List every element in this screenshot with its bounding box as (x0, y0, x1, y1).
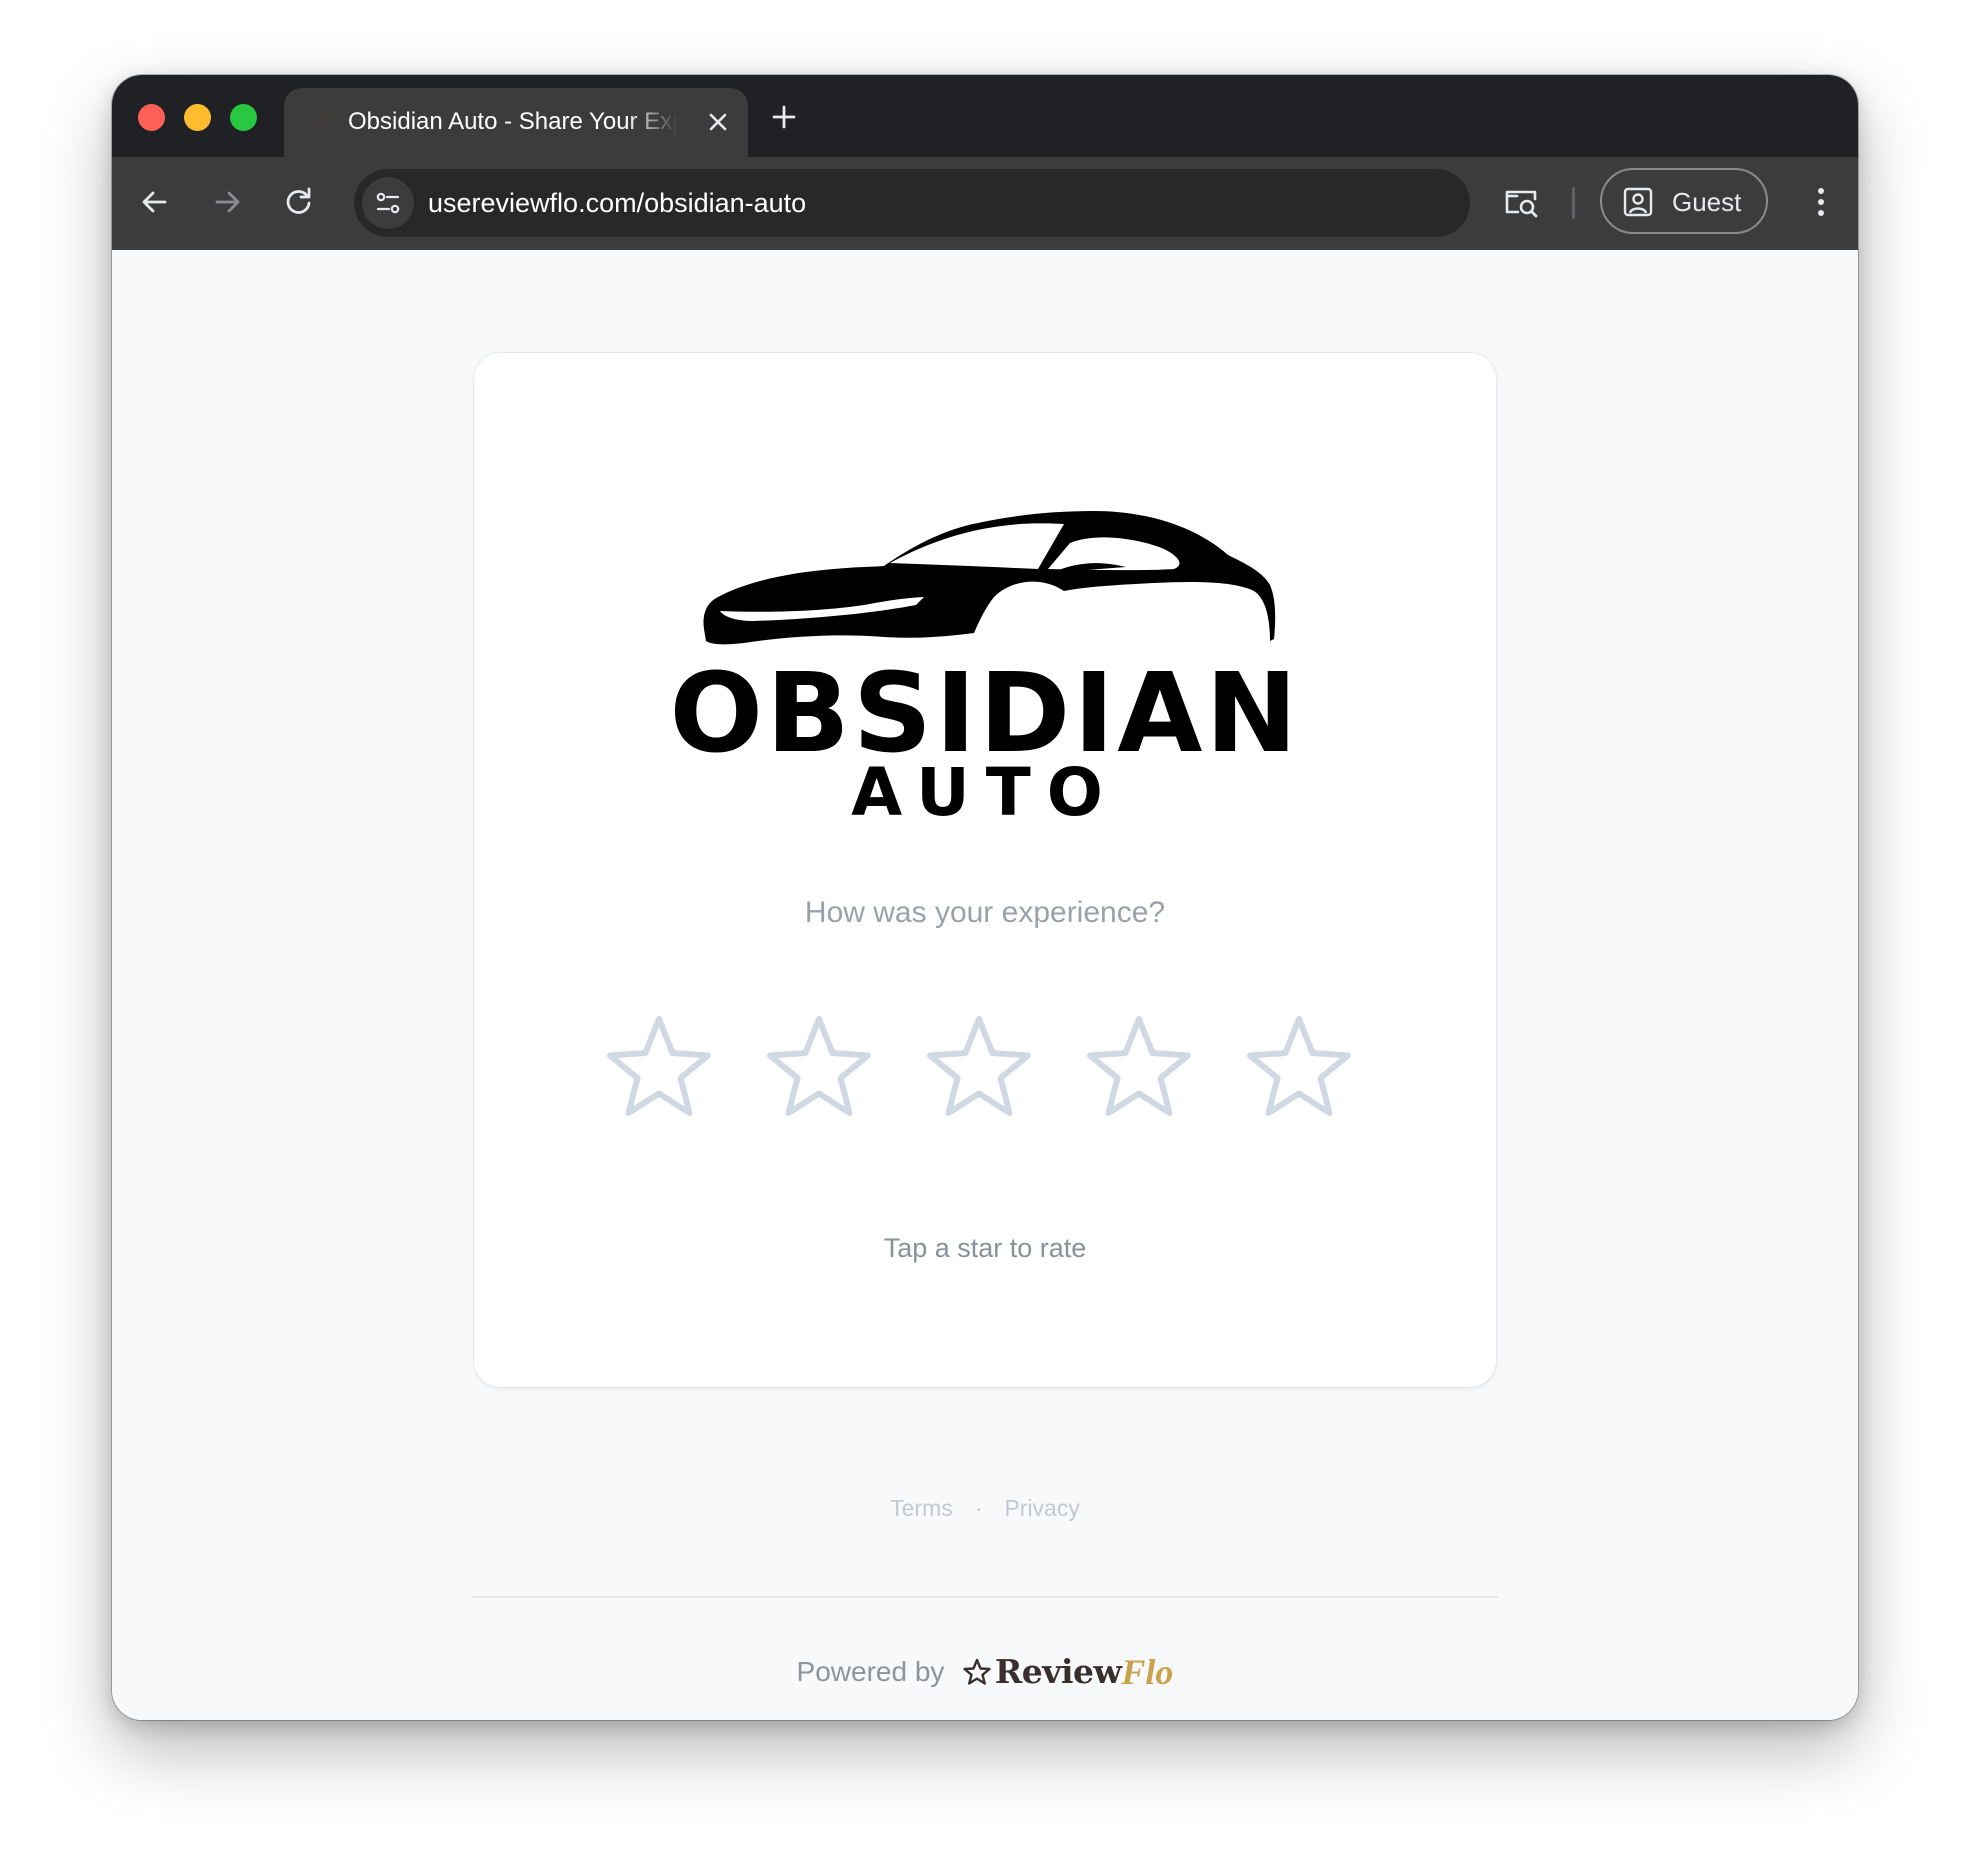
brand-flo: Flo (1121, 1652, 1174, 1692)
minimize-window-button[interactable] (184, 104, 211, 131)
title-bar: ☆ Obsidian Auto - Share Your Experience (112, 75, 1858, 170)
rating-hint: Tap a star to rate (883, 1233, 1087, 1263)
footer-links: Terms · Privacy (112, 1488, 1858, 1528)
star-2-icon[interactable] (764, 1013, 874, 1123)
back-arrow-icon[interactable] (132, 179, 178, 225)
profile-button[interactable]: Guest (1600, 168, 1768, 234)
star-rating (604, 1013, 1366, 1123)
browser-toolbar: usereviewflo.com/obsidian-auto Guest (112, 157, 1858, 250)
powered-by-label: Powered by (796, 1656, 945, 1687)
browser-window: ☆ Obsidian Auto - Share Your Experience (112, 75, 1858, 1720)
more-menu-icon[interactable] (1798, 179, 1844, 225)
forward-arrow-icon[interactable] (204, 179, 250, 225)
footer-divider (472, 1596, 1498, 1598)
reviewflo-star-icon (963, 1658, 991, 1685)
footer-separator: · (974, 1495, 983, 1521)
logo-subname: AUTO (851, 754, 1119, 823)
address-bar[interactable]: usereviewflo.com/obsidian-auto (354, 169, 1470, 237)
toolbar-divider (1572, 187, 1575, 219)
reviewflo-brand[interactable]: ReviewFlo (963, 1647, 1174, 1697)
star-3-icon[interactable] (924, 1013, 1034, 1123)
url-text[interactable]: usereviewflo.com/obsidian-auto (428, 183, 806, 223)
page-content: OBSIDIAN AUTO How was your experience? T… (112, 250, 1858, 1720)
profile-icon (1623, 187, 1653, 217)
star-1-icon[interactable] (604, 1013, 714, 1123)
brand-review: Review (994, 1652, 1122, 1691)
star-5-icon[interactable] (1244, 1013, 1354, 1123)
star-icon: ☆ (310, 107, 334, 137)
close-window-button[interactable] (138, 104, 165, 131)
search-page-icon[interactable] (1498, 179, 1544, 225)
terms-link[interactable]: Terms (890, 1488, 953, 1528)
new-tab-icon[interactable] (764, 97, 804, 137)
star-4-icon[interactable] (1084, 1013, 1194, 1123)
tab-title: Obsidian Auto - Share Your Experience (348, 108, 678, 135)
rating-card: OBSIDIAN AUTO How was your experience? T… (474, 353, 1496, 1387)
privacy-link[interactable]: Privacy (1004, 1488, 1079, 1528)
site-settings-icon[interactable] (362, 177, 414, 229)
profile-label: Guest (1672, 187, 1742, 217)
rating-question: How was your experience? (804, 896, 1166, 929)
maximize-window-button[interactable] (230, 104, 257, 131)
car-silhouette-icon (703, 511, 1276, 645)
powered-by: Powered by ReviewFlo (112, 1647, 1858, 1697)
tab-close-icon[interactable] (702, 106, 734, 138)
obsidian-auto-logo: OBSIDIAN AUTO (674, 511, 1296, 823)
reload-icon[interactable] (276, 179, 322, 225)
